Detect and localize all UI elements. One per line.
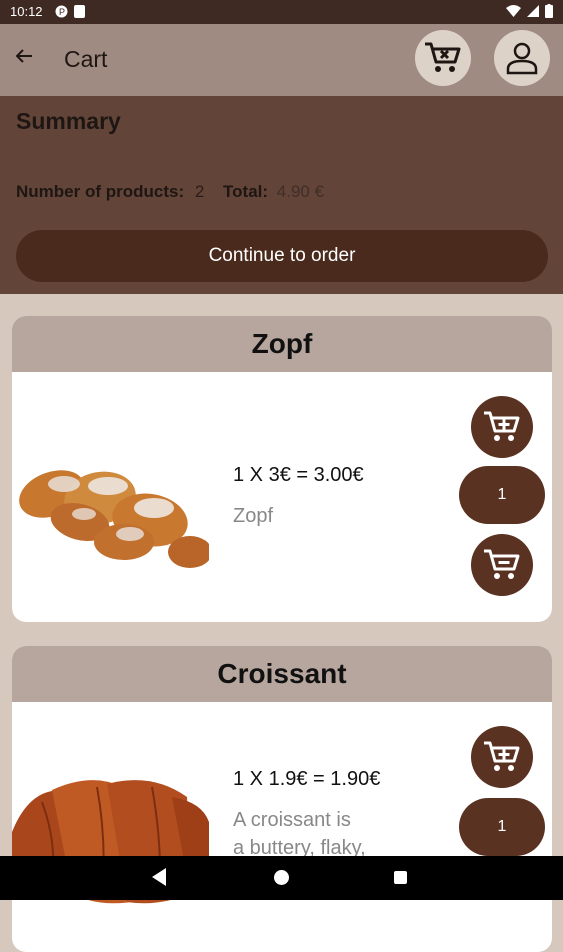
signal-icon <box>527 5 539 17</box>
app-bar: Cart <box>0 24 563 96</box>
back-arrow-icon[interactable] <box>14 46 34 72</box>
cart-add-icon <box>484 741 520 771</box>
clear-cart-button[interactable] <box>415 30 471 86</box>
battery-icon <box>545 4 553 18</box>
summary-stats: Number of products: 2 Total: 4.90 € <box>16 182 324 202</box>
add-to-cart-button[interactable] <box>471 726 533 788</box>
quantity-display: 1 <box>459 798 545 856</box>
remove-from-cart-button[interactable] <box>471 534 533 596</box>
svg-text:P: P <box>59 7 65 17</box>
total-label: Total: <box>223 182 269 201</box>
nav-home-icon[interactable] <box>274 870 289 885</box>
page-title: Cart <box>64 46 108 72</box>
card-body: 1 X 3€ = 3.00€ Zopf 1 <box>12 372 552 622</box>
summary-panel: Summary Number of products: 2 Total: 4.9… <box>0 96 563 294</box>
description-line: A croissant is <box>233 809 351 831</box>
nav-recents-icon[interactable] <box>394 871 407 884</box>
product-name: Zopf <box>12 316 552 372</box>
cart-item-card: Croissant 1 X 1.9€ = 1.90€ A croissant i… <box>12 646 552 952</box>
quantity-display: 1 <box>459 466 545 524</box>
zopf-image <box>19 470 209 568</box>
price-line: 1 X 3€ = 3.00€ <box>233 464 364 486</box>
price-line: 1 X 1.9€ = 1.90€ <box>233 768 381 790</box>
cart-item-card: Zopf 1 X 3€ = 3.00€ Zopf 1 <box>12 316 552 622</box>
total-value: 4.90 € <box>276 182 325 201</box>
sd-card-icon <box>74 5 85 18</box>
product-description: A croissant is a buttery, flaky, <box>233 806 403 862</box>
wifi-icon <box>506 5 521 17</box>
continue-to-order-button[interactable]: Continue to order <box>16 230 548 282</box>
product-description: Zopf <box>233 502 403 530</box>
system-nav-bar <box>0 856 563 900</box>
status-notification-icons: P <box>55 5 85 18</box>
summary-title: Summary <box>16 108 121 134</box>
product-count-label: Number of products: <box>16 182 185 201</box>
card-body: 1 X 1.9€ = 1.90€ A croissant is a butter… <box>12 702 552 952</box>
description-line: Zopf <box>233 505 274 527</box>
product-count-value: 2 <box>194 182 205 201</box>
status-time: 10:12 <box>10 4 43 19</box>
cart-remove-icon <box>425 42 461 72</box>
cart-icon <box>484 549 520 579</box>
notification-icon: P <box>55 5 68 18</box>
nav-back-icon[interactable] <box>152 868 166 886</box>
status-bar: 10:12 P <box>0 0 563 24</box>
product-name: Croissant <box>12 646 552 702</box>
account-button[interactable] <box>494 30 550 86</box>
cart-add-icon <box>484 411 520 441</box>
add-to-cart-button[interactable] <box>471 396 533 458</box>
user-icon <box>506 42 538 75</box>
status-system-icons <box>506 4 553 18</box>
